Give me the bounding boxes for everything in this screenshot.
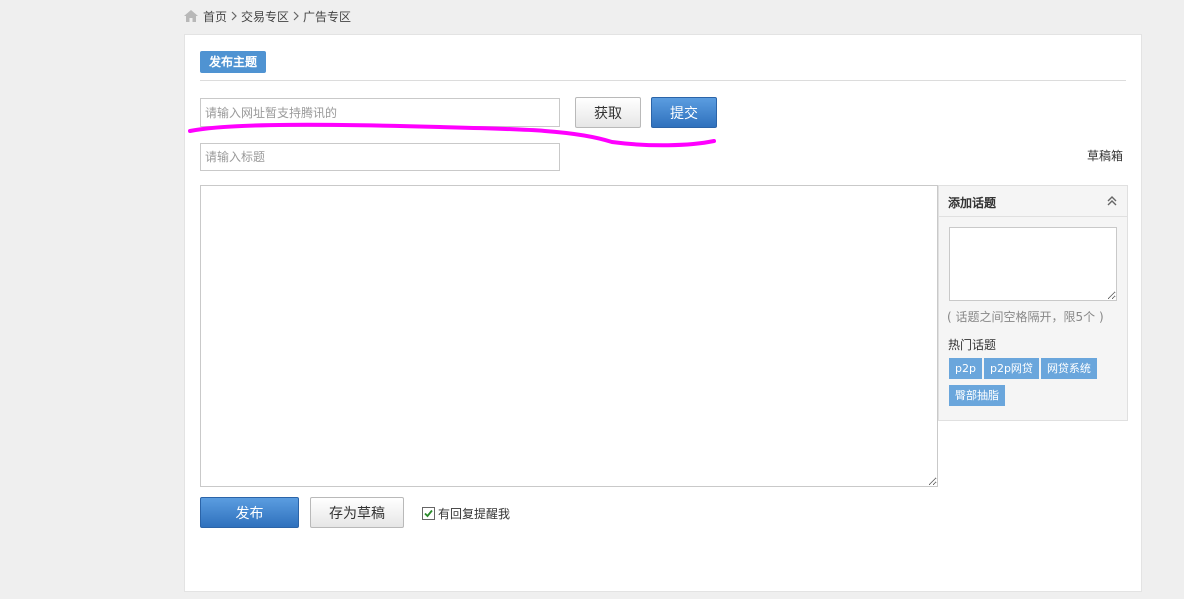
post-panel: 发布主题 获取 提交 草稿箱 添加话题 ( 话题之间空格隔开，限5个 ) 热门话… [184,34,1142,592]
chevron-right-icon [293,11,299,21]
fetch-button[interactable]: 获取 [575,97,641,128]
publish-button[interactable]: 发布 [200,497,299,528]
hot-topic-tag[interactable]: 网贷系统 [1040,358,1097,379]
hot-topic-tag[interactable]: p2p网贷 [983,358,1039,379]
notify-label: 有回复提醒我 [438,507,511,521]
notify-checkbox[interactable] [422,507,435,520]
title-input[interactable] [200,143,560,171]
check-icon [424,509,433,518]
hot-topics-label: 热门话题 [948,338,997,352]
home-icon[interactable] [183,9,199,23]
content-editor[interactable] [200,185,938,487]
hot-topic-tag[interactable]: 臀部抽脂 [949,385,1005,406]
drafts-link[interactable]: 草稿箱 [1087,147,1123,164]
notify-checkbox-row[interactable]: 有回复提醒我 [422,505,510,522]
hot-topic-tag[interactable]: p2p [949,358,982,379]
hot-topic-tags: p2p p2p网贷 网贷系统臀部抽脂 [949,358,1124,412]
topic-hint: ( 话题之间空格隔开，限5个 ) [947,310,1104,324]
save-draft-button[interactable]: 存为草稿 [310,497,404,528]
breadcrumb: 首页 交易专区 广告专区 [183,6,351,26]
url-input[interactable] [200,98,560,127]
breadcrumb-item-ads[interactable]: 广告专区 [303,8,351,25]
breadcrumb-item-home[interactable]: 首页 [203,8,227,25]
chevron-right-icon [231,11,237,21]
double-chevron-up-icon[interactable] [1105,194,1119,208]
topic-input[interactable] [949,227,1117,301]
topic-panel: 添加话题 ( 话题之间空格隔开，限5个 ) 热门话题 p2p p2p网贷 网贷系统臀… [938,185,1128,421]
topic-header: 添加话题 [939,186,1127,217]
breadcrumb-item-trade[interactable]: 交易专区 [241,8,289,25]
topic-header-label: 添加话题 [948,196,997,210]
post-topic-badge: 发布主题 [200,51,267,73]
submit-button[interactable]: 提交 [651,97,717,128]
divider [200,80,1126,81]
